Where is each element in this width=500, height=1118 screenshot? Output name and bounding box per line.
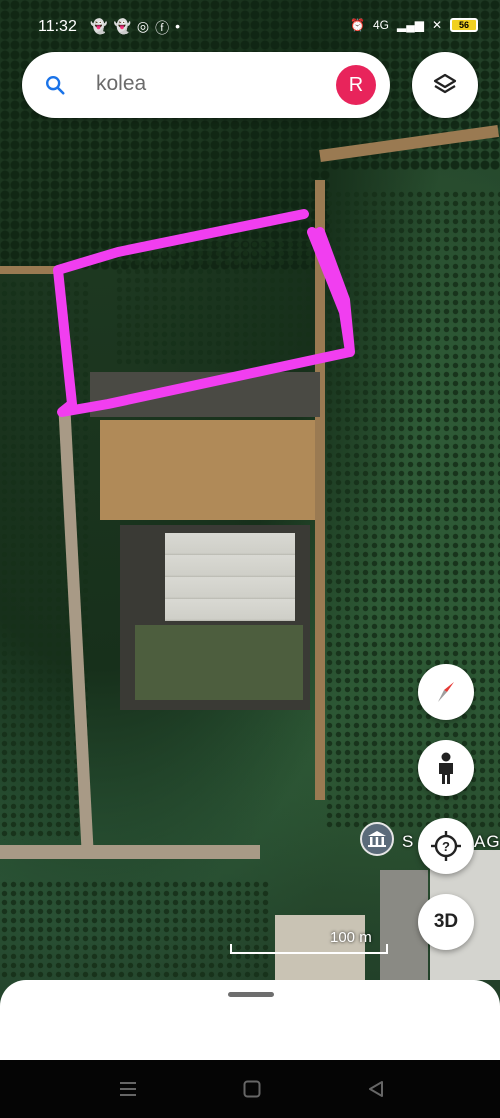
sheet-handle[interactable] [228,992,274,997]
compass-icon [438,682,454,702]
dot-icon: • [175,18,180,34]
alarm-icon: ⏰ [350,18,365,32]
no-signal-icon: ✕ [431,18,442,32]
snapchat-icon: 👻 [90,18,108,34]
system-icons: ⏰ 4G ▂▄▆ ✕ 56 [350,18,478,32]
menu-icon [120,1082,136,1096]
back-icon [369,1081,383,1097]
search-query[interactable]: kolea [96,72,146,96]
svg-text:?: ? [442,839,450,854]
search-icon[interactable] [44,74,66,96]
avatar[interactable]: R [336,65,376,105]
messenger-icon: ◎ [136,18,150,34]
network-label: 4G [372,18,389,32]
back-button[interactable] [364,1077,388,1101]
status-bar: 11:32 👻 👻 ◎ ⓕ • ⏰ 4G ▂▄▆ ✕ 56 [0,0,500,58]
bottom-sheet[interactable] [0,980,500,1060]
help-location-icon: ? [431,831,461,861]
place-marker[interactable] [360,822,394,856]
location-help-button[interactable]: ? [418,818,474,874]
search-bar[interactable]: kolea R [22,52,390,118]
compass-button[interactable] [418,664,474,720]
3d-button[interactable]: 3D [418,894,474,950]
layers-button[interactable] [412,52,478,118]
satellite-map[interactable] [0,0,500,1060]
home-icon [243,1080,261,1098]
street-view-button[interactable] [418,740,474,796]
home-button[interactable] [240,1077,264,1101]
layers-icon [433,73,457,94]
place-label[interactable]: S [402,832,414,852]
signal-icon: ▂▄▆ [396,18,424,32]
recent-apps-button[interactable] [116,1077,140,1101]
system-nav-bar [0,1060,500,1118]
museum-icon [368,831,386,847]
battery-icon: 56 [450,18,478,32]
status-time: 11:32 [38,18,77,35]
snapchat-icon-2: 👻 [113,18,131,34]
scale-bar [230,944,388,954]
highlight-outline [53,209,355,417]
notification-icons: 👻 👻 ◎ ⓕ • [90,18,180,38]
pegman-icon [439,752,453,784]
place-label-suffix[interactable]: AG [474,832,500,852]
facebook-icon: ⓕ [155,20,170,36]
